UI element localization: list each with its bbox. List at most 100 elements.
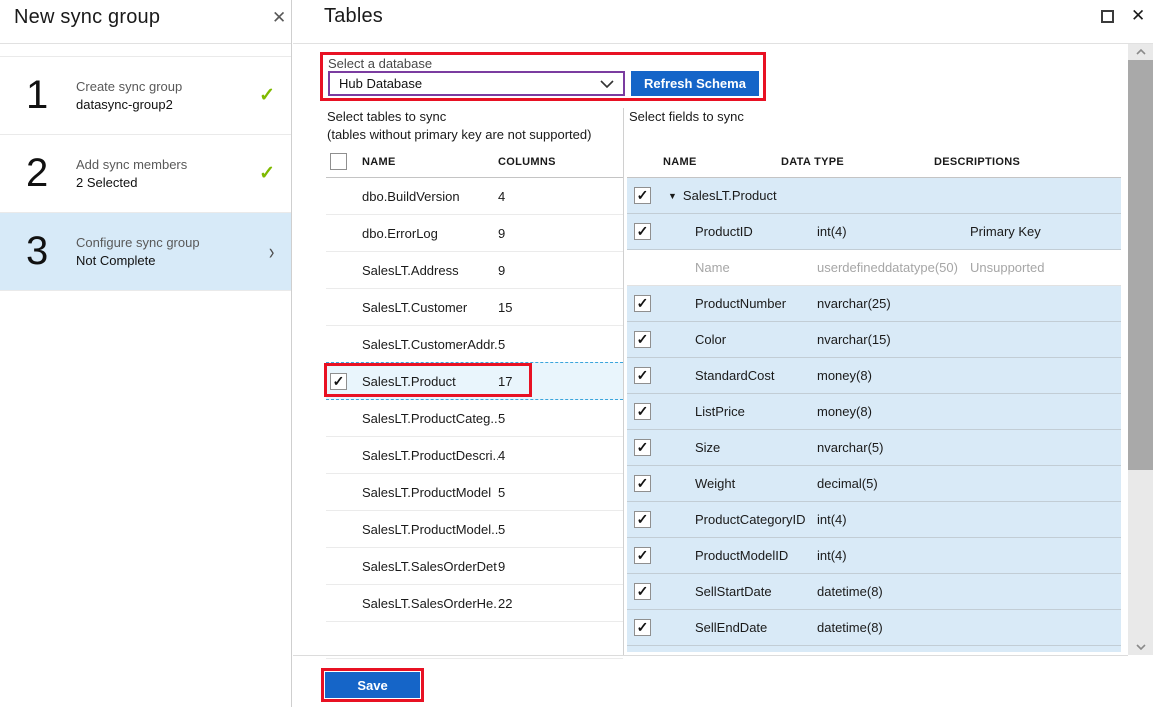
field-type-cell: money(8) (817, 404, 970, 419)
table-row[interactable]: SalesLT.CustomerAddr...5 (326, 326, 623, 363)
checkbox-slot: ✓ (627, 619, 663, 636)
table-row[interactable]: SalesLT.ProductDescri...4 (326, 437, 623, 474)
checkbox-slot: ✓ (627, 439, 663, 456)
table-name-cell: dbo.ErrorLog (362, 226, 498, 241)
row-checkbox[interactable]: ✓ (634, 295, 651, 312)
divider (623, 108, 624, 655)
field-name-cell: Name (663, 260, 817, 275)
field-row[interactable]: ✓SellEndDatedatetime(8) (627, 610, 1121, 646)
field-row[interactable]: ✓ProductModelIDint(4) (627, 538, 1121, 574)
database-dropdown[interactable]: Hub Database (328, 71, 625, 96)
field-row[interactable]: ✓ProductCategoryIDint(4) (627, 502, 1121, 538)
field-row[interactable]: ✓SellStartDatedatetime(8) (627, 574, 1121, 610)
field-name-cell: ProductNumber (663, 296, 817, 311)
checkbox-slot: ✓ (627, 223, 663, 240)
field-type-cell: nvarchar(15) (817, 332, 970, 347)
wizard-steps: 1 Create sync group datasync-group2 ✓ 2 … (0, 56, 291, 291)
step-create-sync-group[interactable]: 1 Create sync group datasync-group2 ✓ (0, 57, 291, 135)
table-row[interactable]: SalesLT.ProductModel...5 (326, 511, 623, 548)
step-sublabel: Not Complete (76, 252, 268, 270)
row-checkbox[interactable]: ✓ (634, 439, 651, 456)
column-header-datatype: DATA TYPE (781, 156, 934, 168)
collapse-caret-icon[interactable]: ▼ (668, 191, 677, 201)
field-row[interactable]: ✓StandardCostmoney(8) (627, 358, 1121, 394)
field-row[interactable]: ✓Sizenvarchar(5) (627, 430, 1121, 466)
close-icon[interactable]: ✕ (272, 9, 286, 26)
field-type-cell: money(8) (817, 368, 970, 383)
close-icon[interactable]: ✕ (1131, 7, 1145, 24)
divider (293, 43, 1153, 44)
field-type-cell: int(4) (817, 224, 970, 239)
table-row[interactable]: SalesLT.ProductModel5 (326, 474, 623, 511)
scroll-down-icon[interactable] (1128, 639, 1153, 655)
step-add-sync-members[interactable]: 2 Add sync members 2 Selected ✓ (0, 135, 291, 213)
vertical-scrollbar[interactable] (1128, 44, 1153, 655)
database-dropdown-value: Hub Database (339, 76, 422, 91)
scroll-up-icon[interactable] (1128, 44, 1153, 60)
select-all-checkbox[interactable] (330, 153, 347, 170)
row-checkbox[interactable]: ✓ (634, 547, 651, 564)
table-row[interactable]: SalesLT.Customer15 (326, 289, 623, 326)
table-name-cell: SalesLT.SalesOrderDet... (362, 559, 498, 574)
table-columns-cell: 22 (498, 596, 512, 611)
field-type-cell: decimal(5) (817, 476, 970, 491)
checkbox-slot: ✓ (627, 547, 663, 564)
table-name-cell: SalesLT.ProductModel... (362, 522, 498, 537)
step-label: Add sync members (76, 156, 259, 174)
table-columns-cell: 9 (498, 559, 505, 574)
table-row[interactable]: SalesLT.SalesOrderHe...22 (326, 585, 623, 622)
field-type-cell: datetime(8) (817, 584, 970, 599)
row-checkbox[interactable]: ✓ (634, 223, 651, 240)
row-checkbox[interactable]: ✓ (634, 475, 651, 492)
chevron-right-icon: › (269, 239, 274, 265)
select-tables-subtitle: (tables without primary key are not supp… (327, 126, 591, 144)
field-group-row[interactable]: ✓▼SalesLT.Product (627, 178, 1121, 214)
checkbox-slot: ✓ (627, 511, 663, 528)
field-name-cell: Size (663, 440, 817, 455)
field-row[interactable]: ✓ListPricemoney(8) (627, 394, 1121, 430)
row-checkbox[interactable]: ✓ (634, 367, 651, 384)
table-name-cell: SalesLT.ProductModel (362, 485, 498, 500)
checkbox-slot: ✓ (627, 295, 663, 312)
refresh-schema-button[interactable]: Refresh Schema (631, 71, 759, 96)
row-checkbox[interactable]: ✓ (634, 511, 651, 528)
checkbox-slot: ✓ (627, 331, 663, 348)
step-number: 3 (26, 229, 60, 274)
table-columns-cell: 9 (498, 226, 505, 241)
table-row[interactable]: dbo.ErrorLog9 (326, 215, 623, 252)
table-columns-cell: 15 (498, 300, 512, 315)
table-row[interactable]: dbo.BuildVersion4 (326, 178, 623, 215)
restore-icon[interactable] (1101, 10, 1114, 23)
row-checkbox[interactable]: ✓ (634, 331, 651, 348)
step-label: Configure sync group (76, 234, 268, 252)
tables-list: NAME COLUMNS dbo.BuildVersion4dbo.ErrorL… (326, 146, 623, 659)
step-number: 2 (26, 151, 60, 196)
table-name-cell: SalesLT.Product (362, 374, 498, 389)
field-row[interactable]: ✓Weightdecimal(5) (627, 466, 1121, 502)
field-row-partial (627, 646, 1121, 652)
field-row[interactable]: ✓Colornvarchar(15) (627, 322, 1121, 358)
table-columns-cell: 5 (498, 485, 505, 500)
step-configure-sync-group[interactable]: 3 Configure sync group Not Complete › (0, 213, 291, 291)
column-header-name: NAME (362, 156, 498, 168)
row-checkbox[interactable]: ✓ (634, 619, 651, 636)
field-type-cell: userdefineddatatype(50) (817, 260, 970, 275)
row-checkbox[interactable]: ✓ (634, 583, 651, 600)
field-row[interactable]: ✓ ProductNumbernvarchar(25) (627, 286, 1121, 322)
row-checkbox[interactable]: ✓ (634, 403, 651, 420)
table-row[interactable]: SalesLT.Address9 (326, 252, 623, 289)
save-button[interactable]: Save (325, 672, 420, 698)
scrollbar-thumb[interactable] (1128, 60, 1153, 470)
table-row[interactable]: ✓SalesLT.Product17 (326, 362, 623, 400)
table-row[interactable]: SalesLT.ProductCateg...5 (326, 400, 623, 437)
field-type-cell: nvarchar(25) (817, 296, 970, 311)
table-row[interactable]: SalesLT.SalesOrderDet...9 (326, 548, 623, 585)
field-row[interactable]: ✓ProductIDint(4)Primary Key (627, 214, 1121, 250)
select-tables-title: Select tables to sync (327, 108, 591, 126)
row-checkbox[interactable]: ✓ (634, 187, 651, 204)
row-checkbox[interactable]: ✓ (330, 373, 347, 390)
field-row[interactable]: Nameuserdefineddatatype(50)Unsupported (627, 250, 1121, 286)
table-row-empty (326, 622, 623, 659)
tables-list-header: NAME COLUMNS (326, 146, 623, 178)
checkbox-slot: ✓ (627, 367, 663, 384)
